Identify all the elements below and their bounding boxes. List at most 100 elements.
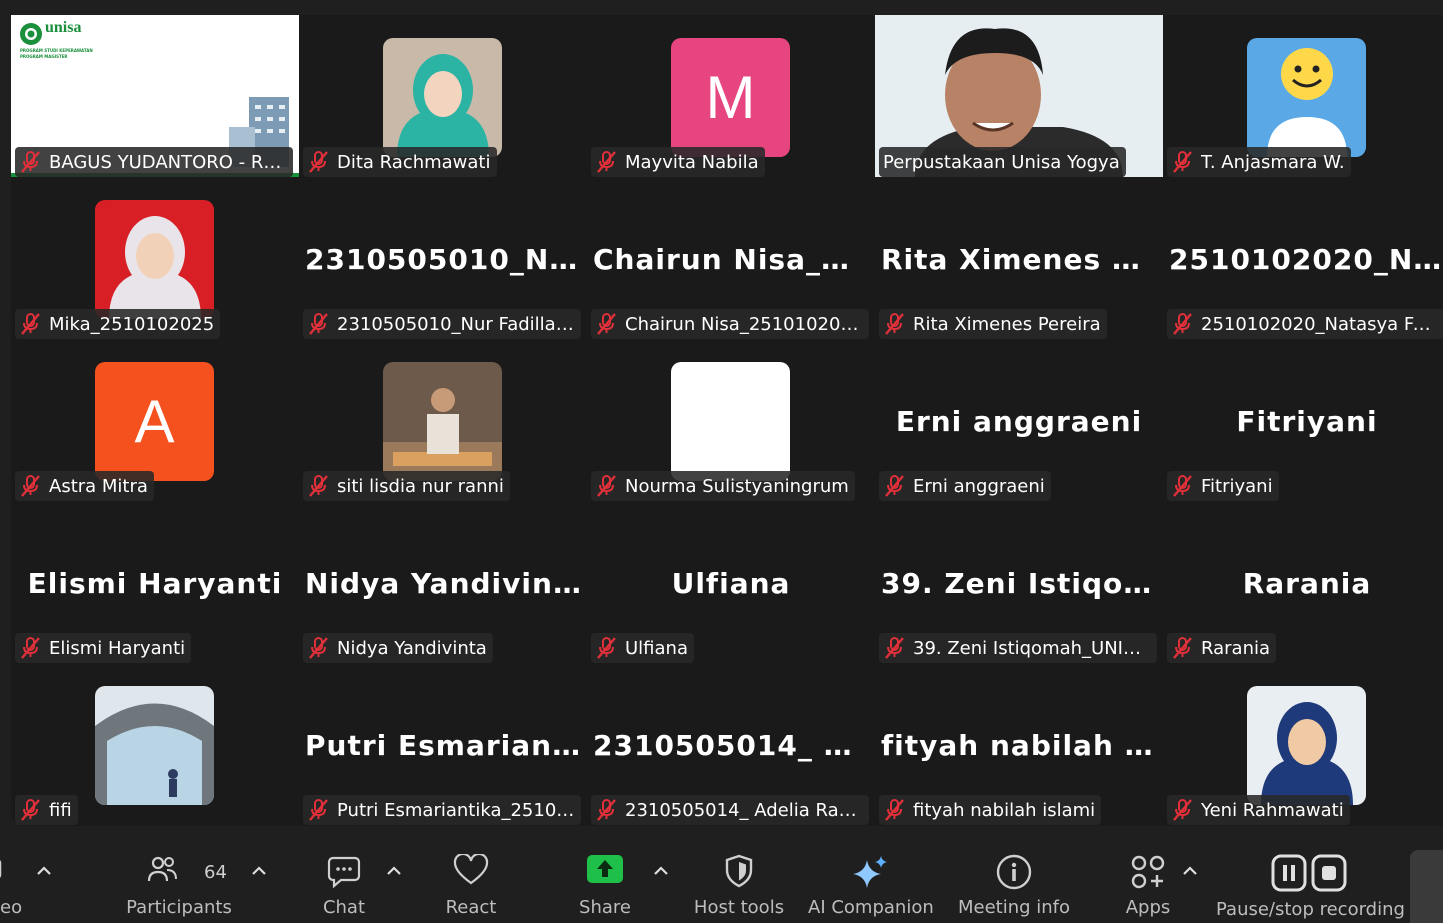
participant-name-label: fityah nabilah islami (879, 795, 1102, 825)
participant-name: Nidya Yandivinta (337, 637, 487, 659)
participant-tile[interactable]: fityah nabilah is... fityah nabilah islam… (875, 663, 1163, 825)
participants-icon (147, 856, 177, 882)
participant-tile[interactable]: unisa PROGRAM STUDI KEPERAWATAN PROGRAM … (11, 15, 299, 177)
participant-name-label: Rarania (1167, 633, 1277, 663)
participants-label: Participants (126, 897, 232, 918)
participant-tile[interactable]: Rita Ximenes Pe... Rita Ximenes Pereira (875, 177, 1163, 339)
avatar-blank (671, 362, 790, 481)
participant-tile[interactable]: Mika_2510102025 (11, 177, 299, 339)
muted-mic-icon (597, 313, 616, 335)
participants-count: 64 (204, 862, 227, 883)
chat-icon (327, 856, 361, 888)
participant-tile[interactable]: Rarania Rarania (1163, 501, 1443, 663)
video-options-caret-icon[interactable] (36, 866, 52, 876)
participant-name: T. Anjasmara W. (1201, 151, 1345, 173)
host-tools-button[interactable]: Host tools (690, 826, 788, 923)
chat-options-caret-icon[interactable] (386, 866, 402, 876)
participant-name: Fitriyani (1201, 475, 1273, 497)
participant-name-label: BAGUS YUDANTORO - RSPAU (15, 147, 293, 177)
muted-mic-icon (309, 151, 328, 173)
share-screen-icon (587, 855, 623, 883)
apps-options-caret-icon[interactable] (1182, 866, 1198, 876)
muted-mic-icon (885, 475, 904, 497)
participant-tile[interactable]: A Astra Mitra (11, 339, 299, 501)
participant-name-label: Elismi Haryanti (15, 633, 192, 663)
share-options-caret-icon[interactable] (653, 866, 669, 876)
muted-mic-icon (309, 313, 328, 335)
avatar-photo (95, 686, 214, 805)
more-button[interactable] (1410, 850, 1443, 923)
muted-mic-icon (21, 313, 40, 335)
muted-mic-icon (597, 475, 616, 497)
participant-name-label: 2310505010_Nur Fadillah A... (303, 309, 581, 339)
participant-tile[interactable]: fifi (11, 663, 299, 825)
apps-label: Apps (1125, 897, 1171, 918)
participant-name-label: 2310505014_ Adelia Rahma... (591, 795, 869, 825)
participants-options-caret-icon[interactable] (251, 866, 267, 876)
participant-tile[interactable]: Nidya Yandivinta Nidya Yandivinta (299, 501, 587, 663)
participant-tile[interactable]: 2510102020_Na... 2510102020_Natasya Fauzi… (1163, 177, 1443, 339)
host-tools-label: Host tools (693, 897, 785, 918)
participant-tile[interactable]: Yeni Rahmawati (1163, 663, 1443, 825)
participant-tile[interactable]: Putri Esmarianti... Putri Esmariantika_25… (299, 663, 587, 825)
participant-tile[interactable]: Dita Rachmawati (299, 15, 587, 177)
meeting-info-button[interactable]: Meeting info (956, 826, 1072, 923)
participant-tile[interactable]: Ulfiana Ulfiana (587, 501, 875, 663)
muted-mic-icon (21, 475, 40, 497)
participant-name-label: Fitriyani (1167, 471, 1279, 501)
participant-tile[interactable]: T. Anjasmara W. (1163, 15, 1443, 177)
participant-tile[interactable]: Nourma Sulistyaningrum (587, 339, 875, 501)
video-off-icon (0, 859, 2, 879)
participant-display-name: 2310505014_ A... (593, 729, 875, 762)
participant-display-name: Putri Esmarianti... (305, 729, 587, 762)
profile-photo (95, 200, 214, 319)
video-button[interactable]: eo (0, 826, 30, 923)
meeting-info-label: Meeting info (957, 897, 1071, 918)
apps-button[interactable]: Apps (1114, 826, 1182, 923)
participant-tile[interactable]: 2310505010_N... 2310505010_Nur Fadillah A… (299, 177, 587, 339)
participants-button[interactable]: 64 Participants (125, 826, 233, 923)
participant-tile[interactable]: Chairun Nisa_2... Chairun Nisa_2510102006 (587, 177, 875, 339)
share-button[interactable]: Share (570, 826, 640, 923)
participant-name-label: Yeni Rahmawati (1167, 795, 1350, 825)
participant-name-label: Rita Ximenes Pereira (879, 309, 1107, 339)
participant-name: 39. Zeni Istiqomah_UNISA YK (913, 637, 1151, 659)
participant-tile[interactable]: Fitriyani Fitriyani (1163, 339, 1443, 501)
unisa-logo-icon (20, 23, 42, 45)
participant-name: Mika_2510102025 (49, 313, 215, 335)
slide-line1: PROGRAM STUDI KEPERAWATAN (20, 48, 93, 53)
participant-tile[interactable]: 2310505014_ A... 2310505014_ Adelia Rahma… (587, 663, 875, 825)
pause-stop-recording-button[interactable]: Pause/stop recording (1216, 826, 1405, 923)
participant-tile[interactable]: M Mayvita Nabila (587, 15, 875, 177)
participant-name: fityah nabilah islami (913, 799, 1096, 821)
participant-name: Dita Rachmawati (337, 151, 491, 173)
profile-photo (383, 38, 502, 157)
chat-label: Chat (322, 897, 366, 918)
participant-tile[interactable]: Elismi Haryanti Elismi Haryanti (11, 501, 299, 663)
avatar-photo (1247, 38, 1366, 157)
avatar-photo (1247, 686, 1366, 805)
participant-tile[interactable]: siti lisdia nur ranni (299, 339, 587, 501)
participant-name: Astra Mitra (49, 475, 148, 497)
slide-logo-text: unisa (45, 19, 82, 36)
participant-name: 2310505014_ Adelia Rahma... (625, 799, 863, 821)
participant-name: Mayvita Nabila (625, 151, 759, 173)
avatar-initial: A (134, 388, 175, 455)
participant-name: Rita Ximenes Pereira (913, 313, 1101, 335)
muted-mic-icon (885, 799, 904, 821)
participant-tile[interactable]: Erni anggraeni Erni anggraeni (875, 339, 1163, 501)
participant-name-label: 2510102020_Natasya Fauzia... (1167, 309, 1443, 339)
profile-photo (383, 362, 502, 481)
participant-name-label: Nourma Sulistyaningrum (591, 471, 855, 501)
participant-name: fifi (49, 799, 72, 821)
ai-companion-label: AI Companion (808, 897, 934, 918)
participant-name: Chairun Nisa_2510102006 (625, 313, 863, 335)
participant-display-name: fityah nabilah is... (881, 729, 1163, 762)
ai-companion-button[interactable]: AI Companion (808, 826, 934, 923)
participant-tile[interactable]: Perpustakaan Unisa Yogya (875, 15, 1163, 177)
participant-name: Rarania (1201, 637, 1271, 659)
chat-button[interactable]: Chat (310, 826, 378, 923)
muted-mic-icon (1173, 151, 1192, 173)
participant-tile[interactable]: 39. Zeni Istiqo... 39. Zeni Istiqomah_UNI… (875, 501, 1163, 663)
react-button[interactable]: React (436, 826, 506, 923)
